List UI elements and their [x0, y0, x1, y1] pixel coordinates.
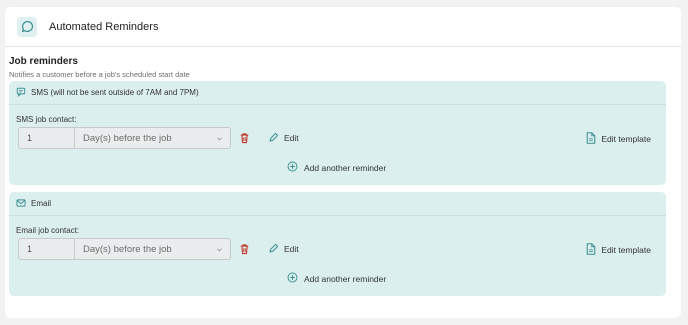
email-reminder-panel: Email Email job contact: 1 Day(s) before… — [9, 192, 666, 296]
document-icon — [586, 243, 596, 257]
email-panel-header: Email — [9, 192, 666, 216]
trash-icon[interactable] — [239, 132, 250, 144]
section-subtitle: Notifies a customer before a job's sched… — [9, 70, 190, 79]
email-unit-value: Day(s) before the job — [83, 243, 172, 255]
sms-heading: SMS (will not be sent outside of 7AM and… — [31, 88, 199, 97]
plus-circle-icon — [287, 161, 298, 174]
sms-edit-template-button[interactable]: Edit template — [586, 132, 651, 146]
email-add-reminder-label: Add another reminder — [304, 273, 387, 284]
email-unit-select[interactable]: Day(s) before the job — [75, 238, 231, 260]
document-icon — [586, 132, 596, 146]
email-edit-label: Edit — [284, 244, 299, 254]
section-title: Job reminders — [9, 56, 78, 67]
sms-contact-label: SMS job contact: — [16, 115, 77, 124]
email-quantity-input[interactable]: 1 — [18, 238, 75, 260]
email-edit-template-label: Edit template — [601, 245, 651, 255]
sms-edit-template-label: Edit template — [601, 134, 651, 144]
email-edit-button[interactable]: Edit — [268, 243, 299, 256]
chevron-down-icon — [216, 134, 223, 145]
sms-unit-value: Day(s) before the job — [83, 132, 172, 144]
sms-quantity-input[interactable]: 1 — [18, 127, 75, 149]
email-contact-label: Email job contact: — [16, 226, 80, 235]
plus-circle-icon — [287, 272, 298, 285]
sms-add-reminder-label: Add another reminder — [304, 162, 387, 173]
sms-add-reminder-button[interactable]: Add another reminder — [287, 161, 386, 174]
email-add-reminder-button[interactable]: Add another reminder — [287, 272, 386, 285]
sms-edit-label: Edit — [284, 133, 299, 143]
chat-bubble-icon — [17, 16, 37, 37]
sms-unit-select[interactable]: Day(s) before the job — [75, 127, 231, 149]
sms-edit-button[interactable]: Edit — [268, 132, 299, 145]
mail-icon — [16, 195, 26, 213]
sms-reminder-panel: SMS (will not be sent outside of 7AM and… — [9, 81, 666, 185]
pencil-icon — [268, 243, 279, 256]
page-title: Automated Reminders — [49, 20, 159, 33]
sms-reminder-row: 1 Day(s) before the job Edit — [18, 127, 299, 149]
email-reminder-row: 1 Day(s) before the job Edit — [18, 238, 299, 260]
email-heading: Email — [31, 199, 52, 208]
pencil-icon — [268, 132, 279, 145]
email-edit-template-button[interactable]: Edit template — [586, 243, 651, 257]
sms-panel-header: SMS (will not be sent outside of 7AM and… — [9, 81, 666, 105]
sms-icon — [16, 84, 26, 102]
job-reminders-section: Job reminders Notifies a customer before… — [9, 56, 667, 79]
card-header: Automated Reminders — [5, 7, 681, 47]
trash-icon[interactable] — [239, 243, 250, 255]
chevron-down-icon — [216, 245, 223, 256]
